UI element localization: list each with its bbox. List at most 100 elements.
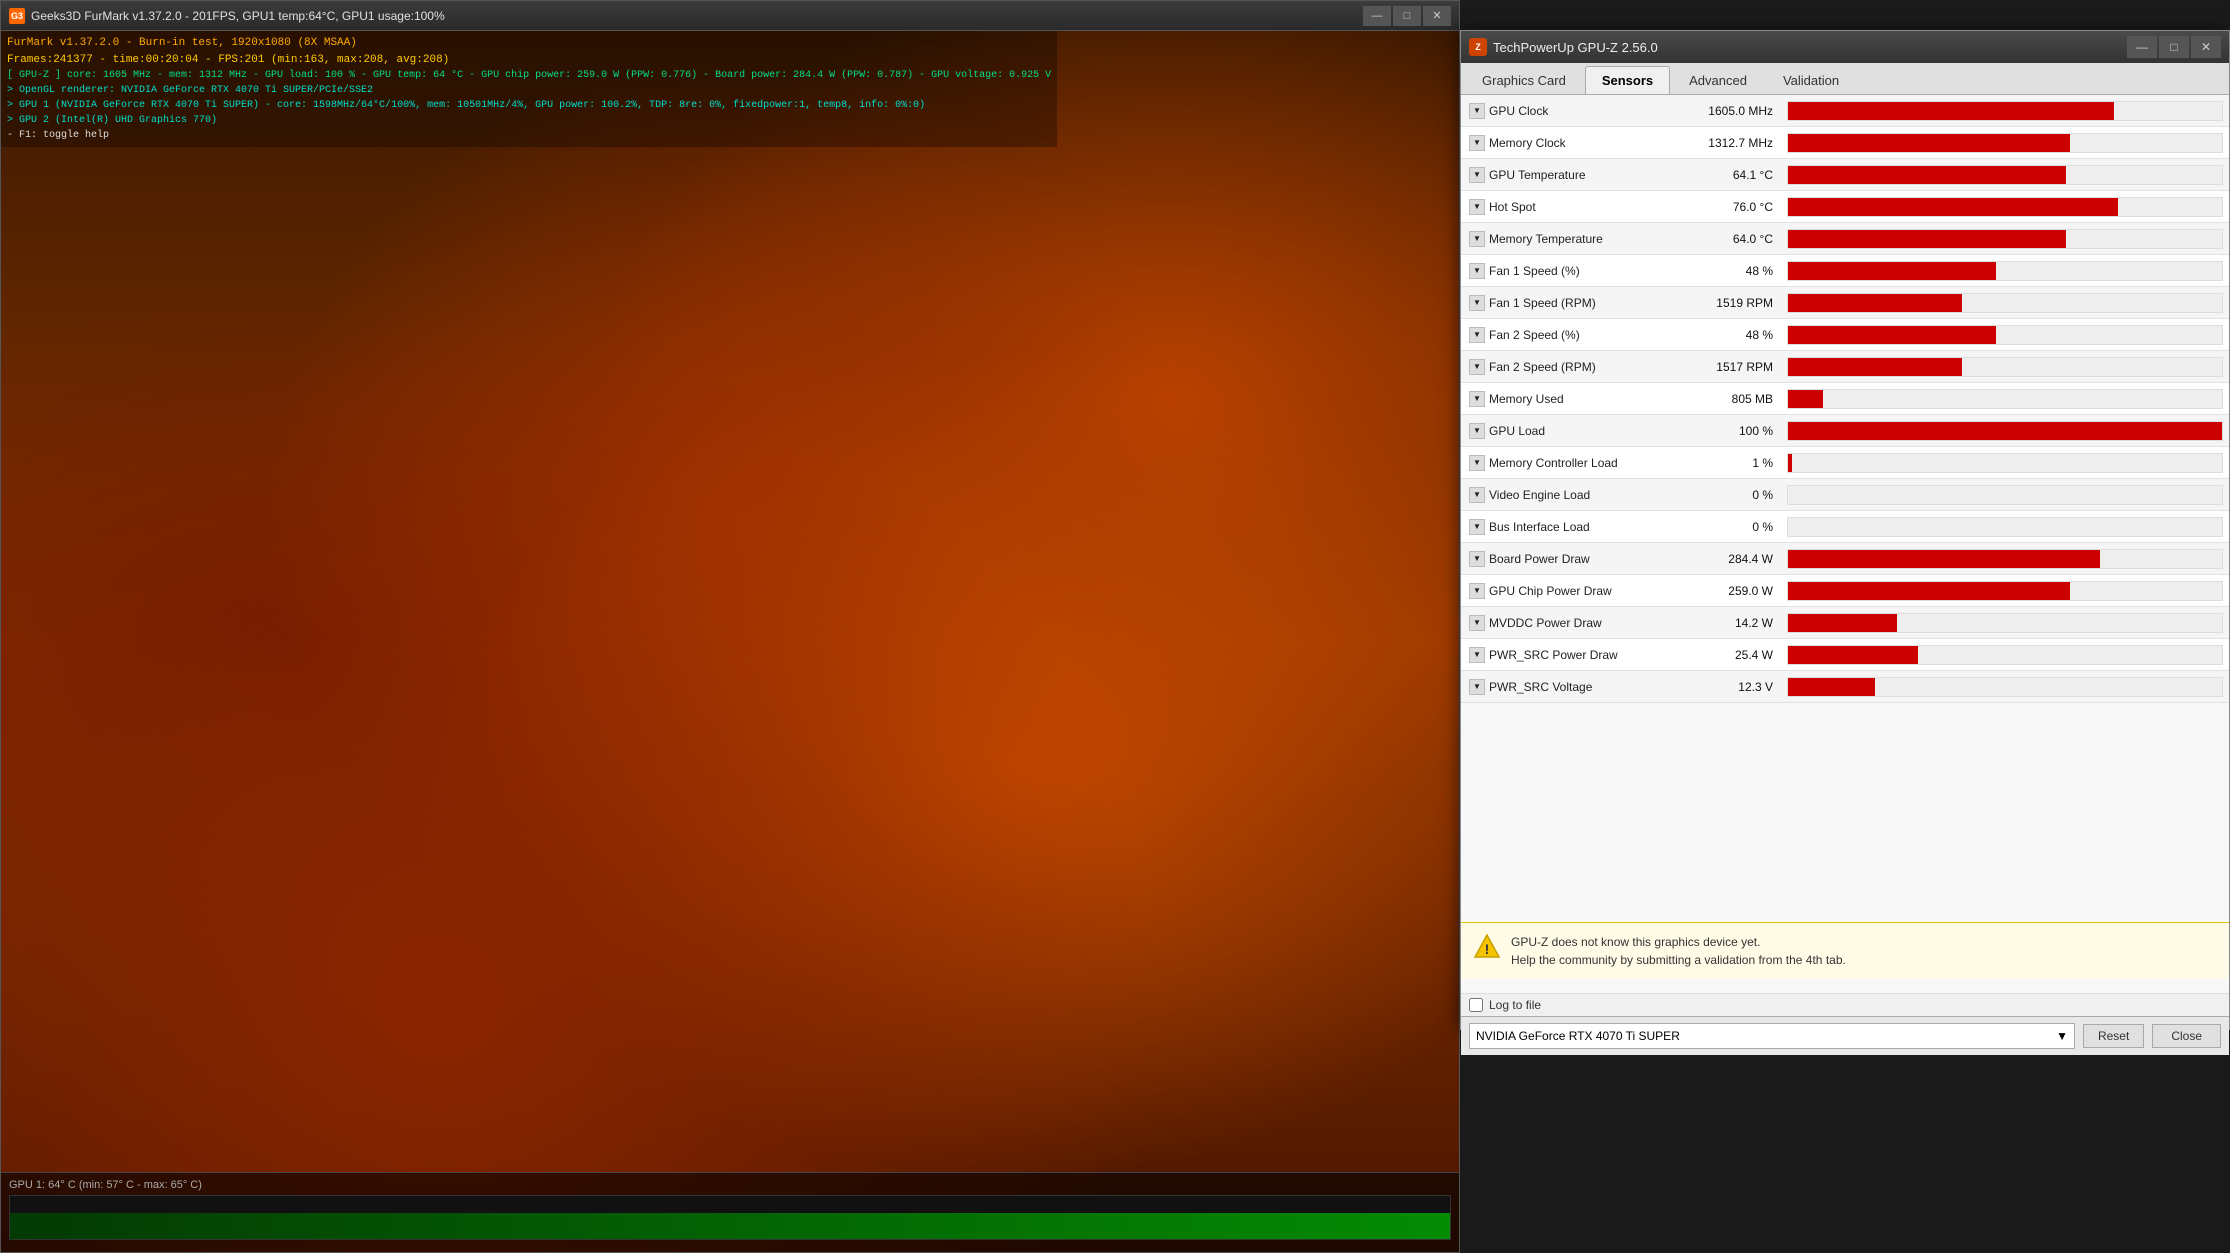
- sensor-name-label: GPU Chip Power Draw: [1489, 584, 1612, 598]
- sensor-row: ▼Fan 1 Speed (RPM)1519 RPM: [1461, 287, 2229, 319]
- sensor-bar: [1788, 262, 1996, 280]
- sensor-name-label: Board Power Draw: [1489, 552, 1590, 566]
- sensor-bar-container: [1787, 645, 2223, 665]
- furmark-close-button[interactable]: ✕: [1423, 6, 1451, 26]
- sensor-name: ▼ Memory Controller Load: [1461, 455, 1681, 471]
- furmark-title: Geeks3D FurMark v1.37.2.0 - 201FPS, GPU1…: [31, 9, 1363, 23]
- sensor-name: ▼ Fan 1 Speed (%): [1461, 263, 1681, 279]
- furmark-icon: G3: [9, 8, 25, 24]
- sensor-dropdown-arrow[interactable]: ▼: [1469, 263, 1485, 279]
- sensor-dropdown-arrow[interactable]: ▼: [1469, 103, 1485, 119]
- sensor-row: ▼GPU Clock1605.0 MHz: [1461, 95, 2229, 127]
- notice-line2: Help the community by submitting a valid…: [1511, 951, 1846, 969]
- sensor-bar: [1788, 358, 1962, 376]
- tab-validation[interactable]: Validation: [1766, 66, 1856, 94]
- sensor-value: 0 %: [1681, 520, 1781, 534]
- sensor-dropdown-arrow[interactable]: ▼: [1469, 423, 1485, 439]
- sensor-bar-container: [1787, 101, 2223, 121]
- sensor-row: ▼Fan 2 Speed (RPM)1517 RPM: [1461, 351, 2229, 383]
- sensor-bar: [1788, 646, 1918, 664]
- gpuz-maximize-button[interactable]: □: [2159, 36, 2189, 58]
- gpu-temp-line: [10, 1213, 1450, 1239]
- sensor-bar-container: [1787, 133, 2223, 153]
- sensor-bar-container: [1787, 261, 2223, 281]
- sensor-bar: [1788, 134, 2070, 152]
- sensor-dropdown-arrow[interactable]: ▼: [1469, 519, 1485, 535]
- sensor-row: ▼Fan 2 Speed (%)48 %: [1461, 319, 2229, 351]
- sensor-bar-container: [1787, 613, 2223, 633]
- sensor-value: 25.4 W: [1681, 648, 1781, 662]
- sensor-dropdown-arrow[interactable]: ▼: [1469, 647, 1485, 663]
- overlay-line7: - F1: toggle help: [7, 128, 1051, 143]
- sensor-name-label: Bus Interface Load: [1489, 520, 1590, 534]
- sensor-dropdown-arrow[interactable]: ▼: [1469, 391, 1485, 407]
- sensor-bar: [1788, 454, 1792, 472]
- sensor-bar: [1788, 230, 2066, 248]
- sensor-name-label: Fan 1 Speed (RPM): [1489, 296, 1596, 310]
- furmark-window-controls: — □ ✕: [1363, 6, 1451, 26]
- sensor-value: 76.0 °C: [1681, 200, 1781, 214]
- tab-graphics-card[interactable]: Graphics Card: [1465, 66, 1583, 94]
- furmark-minimize-button[interactable]: —: [1363, 6, 1391, 26]
- gpuz-icon: Z: [1469, 38, 1487, 56]
- sensor-bar-container: [1787, 389, 2223, 409]
- sensor-bar-container: [1787, 197, 2223, 217]
- sensor-dropdown-arrow[interactable]: ▼: [1469, 551, 1485, 567]
- sensor-dropdown-arrow[interactable]: ▼: [1469, 295, 1485, 311]
- sensor-name-label: PWR_SRC Voltage: [1489, 680, 1592, 694]
- sensor-bar-container: [1787, 453, 2223, 473]
- sensor-value: 48 %: [1681, 264, 1781, 278]
- sensor-dropdown-arrow[interactable]: ▼: [1469, 231, 1485, 247]
- furmark-window: G3 Geeks3D FurMark v1.37.2.0 - 201FPS, G…: [0, 0, 1460, 1253]
- svg-text:!: !: [1485, 941, 1490, 957]
- sensor-dropdown-arrow[interactable]: ▼: [1469, 455, 1485, 471]
- sensor-bar-container: [1787, 677, 2223, 697]
- gpuz-minimize-button[interactable]: —: [2127, 36, 2157, 58]
- tab-sensors[interactable]: Sensors: [1585, 66, 1670, 94]
- gpuz-titlebar: Z TechPowerUp GPU-Z 2.56.0 — □ ✕: [1461, 31, 2229, 63]
- sensor-name: ▼Hot Spot: [1461, 199, 1681, 215]
- sensor-dropdown-arrow[interactable]: ▼: [1469, 327, 1485, 343]
- gpu-dropdown[interactable]: NVIDIA GeForce RTX 4070 Ti SUPER ▼: [1469, 1023, 2075, 1049]
- sensor-row: ▼Video Engine Load0 %: [1461, 479, 2229, 511]
- sensor-value: 259.0 W: [1681, 584, 1781, 598]
- sensor-name-label: Video Engine Load: [1489, 488, 1590, 502]
- furmark-maximize-button[interactable]: □: [1393, 6, 1421, 26]
- sensor-dropdown-arrow[interactable]: ▼: [1469, 615, 1485, 631]
- sensor-dropdown-arrow[interactable]: ▼: [1469, 199, 1485, 215]
- sensor-dropdown-arrow[interactable]: ▼: [1469, 679, 1485, 695]
- sensor-dropdown-arrow[interactable]: ▼: [1469, 359, 1485, 375]
- gpuz-close-button[interactable]: ✕: [2191, 36, 2221, 58]
- sensor-dropdown-arrow[interactable]: ▼: [1469, 167, 1485, 183]
- sensor-name-label: GPU Load: [1489, 424, 1545, 438]
- sensor-bar: [1788, 390, 1823, 408]
- reset-button[interactable]: Reset: [2083, 1024, 2144, 1048]
- sensor-name: ▼ Bus Interface Load: [1461, 519, 1681, 535]
- sensor-dropdown-arrow[interactable]: ▼: [1469, 135, 1485, 151]
- sensor-bar: [1788, 326, 1996, 344]
- sensor-name-label: Fan 1 Speed (%): [1489, 264, 1580, 278]
- overlay-line4: > OpenGL renderer: NVIDIA GeForce RTX 40…: [7, 83, 1051, 98]
- log-to-file-checkbox[interactable]: [1469, 998, 1483, 1012]
- sensor-value: 12.3 V: [1681, 680, 1781, 694]
- tab-advanced[interactable]: Advanced: [1672, 66, 1764, 94]
- close-button[interactable]: Close: [2152, 1024, 2221, 1048]
- sensor-name-label: PWR_SRC Power Draw: [1489, 648, 1618, 662]
- dropdown-arrow-icon: ▼: [2056, 1029, 2068, 1043]
- sensor-value: 48 %: [1681, 328, 1781, 342]
- notice-text: GPU-Z does not know this graphics device…: [1511, 933, 1846, 969]
- sensor-bar: [1788, 614, 1897, 632]
- sensor-name: ▼ PWR_SRC Power Draw: [1461, 647, 1681, 663]
- gpuz-tabs: Graphics Card Sensors Advanced Validatio…: [1461, 63, 2229, 95]
- sensor-bar-container: [1787, 357, 2223, 377]
- sensor-bar-container: [1787, 549, 2223, 569]
- sensor-name: ▼GPU Clock: [1461, 103, 1681, 119]
- sensor-bar: [1788, 166, 2066, 184]
- sensor-name-label: Memory Controller Load: [1489, 456, 1618, 470]
- sensor-name: ▼Memory Temperature: [1461, 231, 1681, 247]
- sensor-dropdown-arrow[interactable]: ▼: [1469, 487, 1485, 503]
- sensor-row: ▼MVDDC Power Draw14.2 W: [1461, 607, 2229, 639]
- sensor-value: 100 %: [1681, 424, 1781, 438]
- sensor-row: ▼ GPU Load 100 %: [1461, 415, 2229, 447]
- sensor-dropdown-arrow[interactable]: ▼: [1469, 583, 1485, 599]
